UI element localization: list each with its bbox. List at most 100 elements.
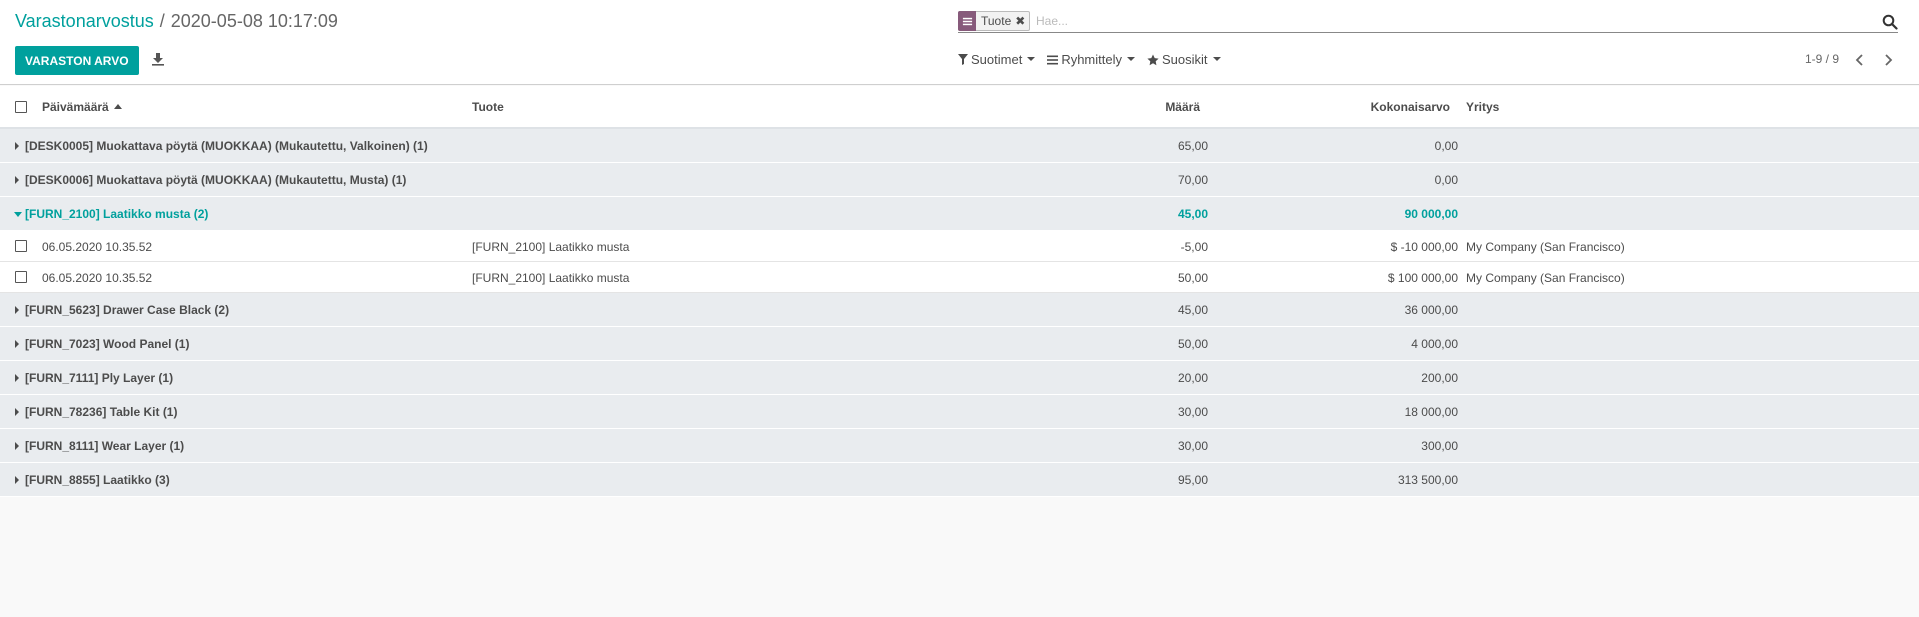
download-icon[interactable] (151, 52, 165, 66)
star-icon (1147, 54, 1159, 65)
caret-right-icon (15, 142, 19, 150)
table-header: Päivämäärä Tuote Määrä Kokonaisarvo Yrit… (0, 86, 1919, 129)
column-header-date[interactable]: Päivämäärä (42, 100, 122, 114)
group-total-value: 36 000,00 (1404, 303, 1458, 317)
search-facet: Tuote ✖ (958, 11, 1031, 31)
cell-total-value: $ -10 000,00 (1390, 240, 1458, 254)
search-icon[interactable] (1882, 14, 1898, 30)
favorites-label: Suosikit (1162, 52, 1208, 67)
group-row[interactable]: [FURN_8855] Laatikko (3) 95,00 313 500,00 (0, 463, 1919, 497)
cell-company: My Company (San Francisco) (1466, 271, 1625, 285)
table-row[interactable]: 06.05.2020 10.35.52 [FURN_2100] Laatikko … (0, 262, 1919, 293)
list-view: Päivämäärä Tuote Määrä Kokonaisarvo Yrit… (0, 86, 1919, 497)
group-quantity: 20,00 (1177, 371, 1208, 385)
search-input[interactable] (1036, 12, 1836, 30)
search-options: Suotimet Ryhmittely Suosikit (958, 52, 1233, 67)
group-row[interactable]: [FURN_5623] Drawer Case Black (2) 45,00 36… (0, 293, 1919, 327)
cell-product: [FURN_2100] Laatikko musta (472, 240, 630, 254)
group-total-value: 313 500,00 (1397, 473, 1458, 487)
group-total-value: 90 000,00 (1404, 207, 1458, 221)
group-by-label: Ryhmittely (1061, 52, 1122, 67)
filters-label: Suotimet (971, 52, 1023, 67)
facet-remove-icon[interactable]: ✖ (1015, 14, 1029, 28)
chevron-left-icon[interactable] (1853, 53, 1867, 67)
chevron-down-icon (1027, 56, 1036, 61)
group-quantity: 70,00 (1177, 173, 1208, 187)
group-quantity: 45,00 (1177, 207, 1208, 221)
group-by-dropdown[interactable]: Ryhmittely (1047, 52, 1135, 67)
group-name: [FURN_8855] Laatikko (3) (25, 473, 170, 487)
breadcrumb-current: 2020-05-08 10:17:09 (170, 11, 338, 31)
table-row[interactable]: 06.05.2020 10.35.52 [FURN_2100] Laatikko … (0, 231, 1919, 262)
group-quantity: 45,00 (1177, 303, 1208, 317)
breadcrumb-parent-link[interactable]: Varastonarvostus (15, 11, 154, 31)
chevron-right-icon[interactable] (1881, 53, 1895, 67)
pager-value[interactable]: 1-9 / 9 (1805, 52, 1839, 66)
column-header-date-label: Päivämäärä (42, 100, 109, 114)
favorites-dropdown[interactable]: Suosikit (1147, 52, 1221, 67)
column-header-product[interactable]: Tuote (472, 100, 504, 114)
chevron-down-icon (1212, 56, 1221, 61)
select-all-checkbox[interactable] (15, 101, 27, 113)
cell-total-value: $ 100 000,00 (1387, 271, 1458, 285)
caret-right-icon (15, 374, 19, 382)
breadcrumb: Varastonarvostus/2020-05-08 10:17:09 (15, 11, 338, 32)
group-name: [DESK0006] Muokattava pöytä (MUOKKAA) (M… (25, 173, 407, 187)
group-row[interactable]: [FURN_7023] Wood Panel (1) 50,00 4 000,00 (0, 327, 1919, 361)
group-total-value: 4 000,00 (1411, 337, 1458, 351)
group-quantity: 30,00 (1177, 405, 1208, 419)
cell-quantity: -5,00 (1180, 240, 1208, 254)
group-total-value: 300,00 (1421, 439, 1458, 453)
filter-icon (958, 54, 968, 65)
group-name: [FURN_7111] Ply Layer (1) (25, 371, 174, 385)
group-quantity: 30,00 (1177, 439, 1208, 453)
group-name: [FURN_2100] Laatikko musta (2) (25, 207, 209, 221)
search-bar: Tuote ✖ (958, 11, 1898, 33)
group-row[interactable]: [FURN_2100] Laatikko musta (2) 45,00 90 00… (0, 197, 1919, 231)
cell-date: 06.05.2020 10.35.52 (42, 271, 153, 285)
column-header-total-value[interactable]: Kokonaisarvo (1371, 100, 1450, 114)
group-row[interactable]: [FURN_78236] Table Kit (1) 30,00 18 000,00 (0, 395, 1919, 429)
sort-ascending-icon (113, 104, 122, 109)
facet-label: Tuote (981, 14, 1012, 28)
group-name: [FURN_8111] Wear Layer (1) (25, 439, 185, 453)
group-total-value: 18 000,00 (1404, 405, 1458, 419)
inventory-value-button[interactable]: VARASTON ARVO (15, 46, 139, 75)
group-total-value: 0,00 (1434, 139, 1458, 153)
table-body: [DESK0005] Muokattava pöytä (MUOKKAA) (M… (0, 129, 1919, 497)
group-quantity: 95,00 (1177, 473, 1208, 487)
group-name: [FURN_5623] Drawer Case Black (2) (25, 303, 230, 317)
group-name: [DESK0005] Muokattava pöytä (MUOKKAA) (M… (25, 139, 428, 153)
cell-company: My Company (San Francisco) (1466, 240, 1625, 254)
group-quantity: 65,00 (1177, 139, 1208, 153)
cell-date: 06.05.2020 10.35.52 (42, 240, 153, 254)
group-by-icon (958, 11, 976, 31)
bars-icon (1047, 55, 1059, 64)
filters-dropdown[interactable]: Suotimet (958, 52, 1036, 67)
caret-right-icon (15, 442, 19, 450)
group-row[interactable]: [DESK0006] Muokattava pöytä (MUOKKAA) (M… (0, 163, 1919, 197)
row-checkbox[interactable] (15, 271, 27, 283)
group-total-value: 0,00 (1434, 173, 1458, 187)
caret-right-icon (15, 408, 19, 416)
caret-right-icon (15, 306, 19, 314)
column-header-quantity[interactable]: Määrä (1165, 100, 1200, 114)
column-header-company[interactable]: Yritys (1466, 100, 1499, 114)
row-checkbox[interactable] (15, 240, 27, 252)
control-panel: Varastonarvostus/2020-05-08 10:17:09 Tuo… (0, 0, 1919, 85)
pager: 1-9 / 9 (1719, 52, 1919, 70)
group-total-value: 200,00 (1421, 371, 1458, 385)
group-row[interactable]: [FURN_8111] Wear Layer (1) 30,00 300,00 (0, 429, 1919, 463)
chevron-down-icon (1127, 56, 1135, 61)
group-quantity: 50,00 (1177, 337, 1208, 351)
cell-product: [FURN_2100] Laatikko musta (472, 271, 630, 285)
group-name: [FURN_78236] Table Kit (1) (25, 405, 178, 419)
group-row[interactable]: [DESK0005] Muokattava pöytä (MUOKKAA) (M… (0, 129, 1919, 163)
group-row[interactable]: [FURN_7111] Ply Layer (1) 20,00 200,00 (0, 361, 1919, 395)
cell-quantity: 50,00 (1177, 271, 1208, 285)
breadcrumb-separator: / (159, 11, 165, 31)
caret-right-icon (15, 476, 19, 484)
caret-right-icon (15, 340, 19, 348)
caret-right-icon (15, 176, 19, 184)
caret-down-icon (14, 212, 22, 217)
